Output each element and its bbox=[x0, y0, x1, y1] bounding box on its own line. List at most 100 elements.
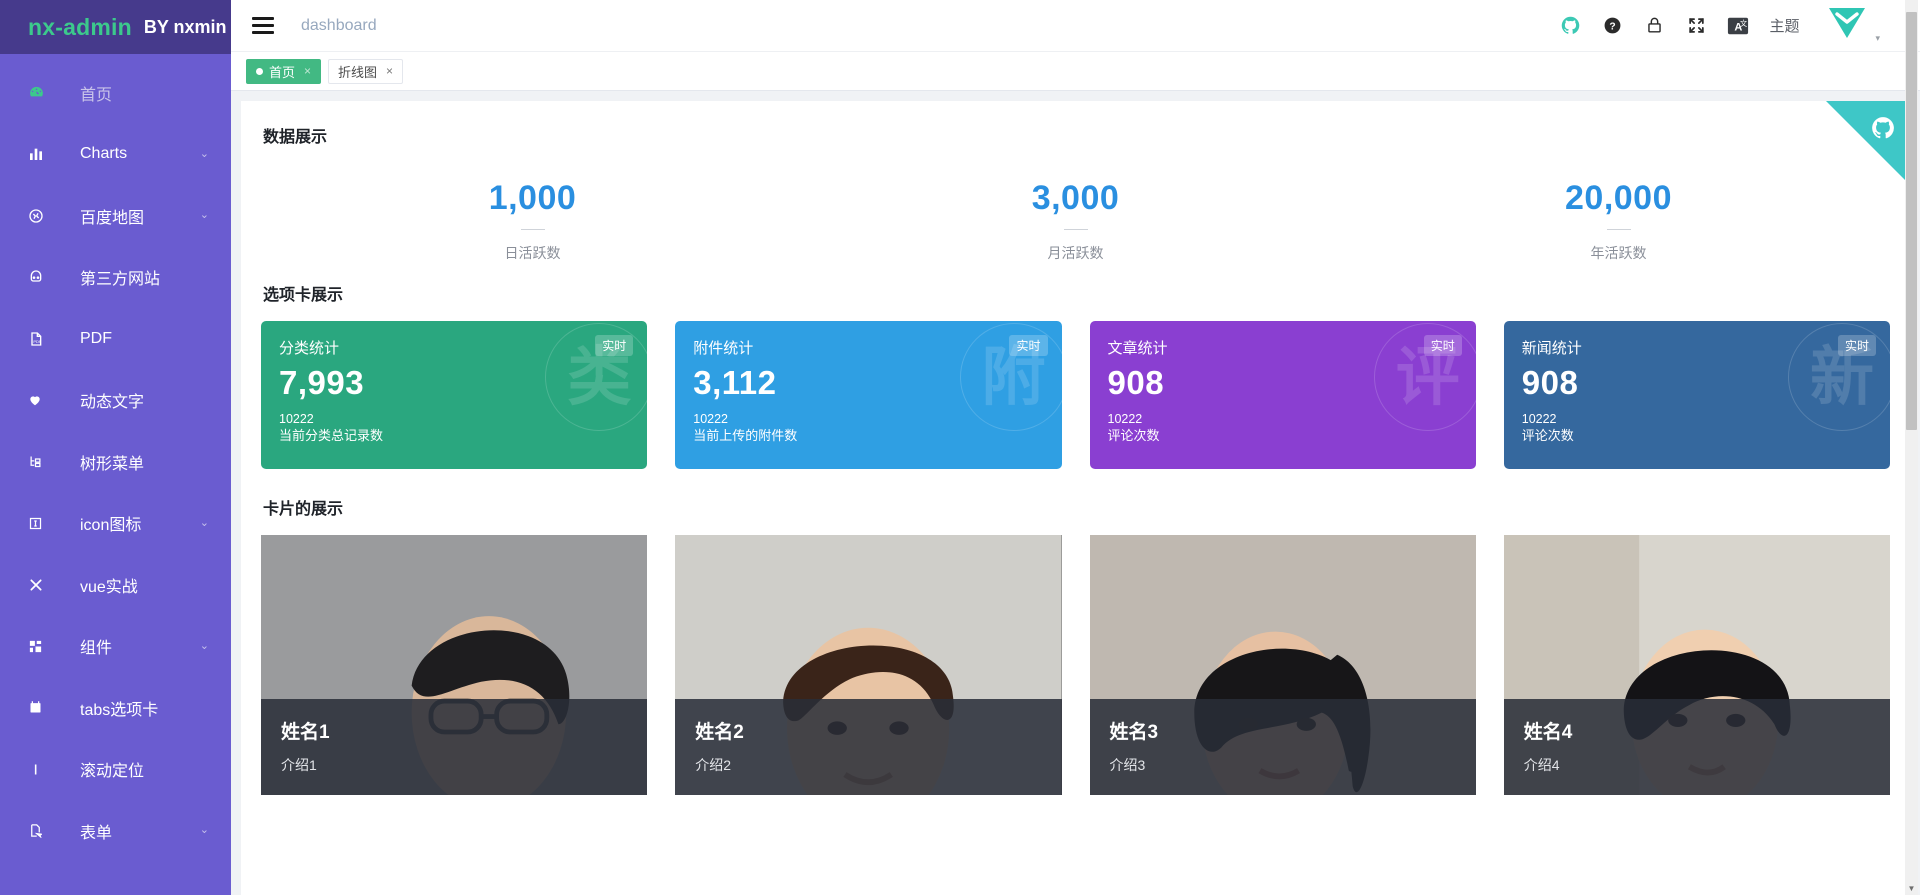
breadcrumb: dashboard bbox=[301, 16, 377, 34]
chevron-down-icon: ⌄ bbox=[199, 639, 209, 652]
github-cat-icon bbox=[1870, 115, 1896, 146]
card-value: 3,112 bbox=[693, 364, 777, 402]
fullscreen-icon[interactable] bbox=[1685, 15, 1707, 37]
card-sub-2: 评论次数 bbox=[1107, 427, 1160, 443]
sidebar-item-label: 树形菜单 bbox=[80, 455, 145, 473]
scrollbar-thumb[interactable] bbox=[1906, 12, 1917, 430]
stat-card-article[interactable]: 评 实时 文章统计 908 10222 评论次数 bbox=[1089, 321, 1476, 470]
stat-value: 20,000 bbox=[1565, 179, 1672, 218]
tab-line-chart[interactable]: 折线图 × bbox=[328, 58, 404, 84]
github-icon[interactable] bbox=[1559, 15, 1581, 37]
stat-label: 月活跃数 bbox=[1047, 245, 1104, 262]
tab-home[interactable]: 首页 × bbox=[246, 58, 322, 84]
heart-icon bbox=[28, 393, 54, 407]
sidebar-item-icons[interactable]: icon图标 ⌄ bbox=[0, 493, 231, 555]
sidebar-item-label: Charts bbox=[80, 145, 128, 163]
photo-card-overlay: 姓名4 介绍4 bbox=[1503, 699, 1890, 796]
photo-card-overlay: 姓名1 介绍1 bbox=[261, 699, 648, 796]
photo-card-name: 姓名4 bbox=[1523, 722, 1573, 744]
scroll-down-arrow-icon[interactable]: ▼ bbox=[1905, 881, 1918, 895]
photo-card[interactable]: 姓名4 介绍4 bbox=[1503, 535, 1890, 796]
tab-close-icon[interactable]: × bbox=[386, 64, 393, 78]
sidebar-item-label: tabs选项卡 bbox=[80, 701, 159, 719]
tree-icon bbox=[28, 454, 54, 469]
sidebar-item-dynamic-text[interactable]: 动态文字 bbox=[0, 370, 231, 432]
top-navbar: dashboard ? A文 主题 ▾ bbox=[231, 0, 1920, 53]
sidebar-item-pdf[interactable]: PDF PDF bbox=[0, 308, 231, 370]
svg-text:?: ? bbox=[1609, 22, 1615, 33]
photo-card[interactable]: 姓名2 介绍2 bbox=[675, 535, 1062, 796]
pdf-icon: PDF bbox=[28, 331, 54, 347]
link-icon bbox=[28, 269, 54, 285]
theme-button[interactable]: 主题 bbox=[1769, 15, 1799, 36]
card-sub-1: 10222 bbox=[1521, 412, 1557, 427]
brand-logo[interactable]: nx-admin BY nxmin bbox=[0, 0, 231, 54]
photo-card-desc: 介绍4 bbox=[1523, 757, 1560, 774]
sidebar-item-scroll-anchor[interactable]: 滚动定位 bbox=[0, 739, 231, 801]
card-value: 908 bbox=[1521, 364, 1579, 402]
question-circle-icon[interactable]: ? bbox=[1601, 15, 1623, 37]
photo-card[interactable]: 姓名1 介绍1 bbox=[261, 535, 648, 796]
stat-value: 1,000 bbox=[488, 179, 577, 218]
chevron-down-icon: ▾ bbox=[1875, 33, 1880, 44]
sidebar-item-label: vue实战 bbox=[80, 578, 138, 596]
svg-text:PDF: PDF bbox=[33, 339, 42, 344]
tabs-icon bbox=[28, 700, 54, 715]
card-sub-1: 10222 bbox=[279, 412, 314, 427]
sidebar-item-charts[interactable]: Charts ⌄ bbox=[0, 124, 231, 186]
sidebar-item-baidu-map[interactable]: 百度地图 ⌄ bbox=[0, 185, 231, 247]
photo-card[interactable]: 姓名3 介绍3 bbox=[1089, 535, 1476, 796]
stat-daily-active: 1,000 日活跃数 bbox=[261, 179, 804, 263]
tab-label: 首页 bbox=[269, 64, 296, 80]
sidebar-item-form[interactable]: 表单 ⌄ bbox=[0, 800, 231, 862]
stats-row: 1,000 日活跃数 3,000 月活跃数 20,000 年活跃数 bbox=[261, 153, 1890, 281]
sidebar-item-tabs[interactable]: tabs选项卡 bbox=[0, 677, 231, 739]
photo-card-desc: 介绍3 bbox=[1109, 757, 1146, 774]
status-badge: 实时 bbox=[595, 335, 634, 357]
card-title: 附件统计 bbox=[693, 340, 754, 358]
card-sub-2: 评论次数 bbox=[1521, 427, 1574, 443]
sidebar-item-label: 滚动定位 bbox=[80, 763, 145, 781]
sidebar-item-tree-menu[interactable]: 树形菜单 bbox=[0, 431, 231, 493]
lock-icon[interactable] bbox=[1643, 15, 1665, 37]
status-badge: 实时 bbox=[1009, 335, 1048, 357]
sidebar-item-label: 首页 bbox=[80, 86, 113, 104]
chevron-down-icon: ⌄ bbox=[199, 824, 209, 837]
sidebar-item-components[interactable]: 组件 ⌄ bbox=[0, 616, 231, 678]
sidebar-item-label: PDF bbox=[80, 329, 112, 347]
translate-icon[interactable]: A文 bbox=[1727, 15, 1749, 37]
github-corner-ribbon[interactable] bbox=[1826, 101, 1910, 186]
card-sub-1: 10222 bbox=[693, 412, 729, 427]
stat-card-news[interactable]: 新 实时 新闻统计 908 10222 评论次数 bbox=[1503, 321, 1890, 470]
chevron-down-icon: ⌄ bbox=[199, 209, 209, 222]
hamburger-menu-icon[interactable] bbox=[238, 17, 288, 35]
photo-card-overlay: 姓名2 介绍2 bbox=[675, 699, 1062, 796]
divider bbox=[1063, 229, 1088, 231]
card-value: 7,993 bbox=[279, 364, 365, 402]
stat-card-attachment[interactable]: 附 实时 附件统计 3,112 10222 当前上传的附件数 bbox=[675, 321, 1062, 470]
sidebar-item-vue-practice[interactable]: vue实战 bbox=[0, 554, 231, 616]
dashboard-panel: 数据展示 1,000 日活跃数 3,000 月活跃数 20,000 年活跃数 选… bbox=[241, 101, 1910, 895]
photo-card-desc: 介绍2 bbox=[695, 757, 732, 774]
stat-cards-row: 类 实时 分类统计 7,993 10222 当前分类总记录数 附 实时 附件统计 bbox=[261, 321, 1890, 470]
bar-vertical-icon bbox=[28, 762, 54, 777]
app-root: nx-admin BY nxmin 首页 Charts ⌄ 百度地图 ⌄ 第三方… bbox=[0, 0, 1920, 895]
card-sub-2: 当前上传的附件数 bbox=[693, 427, 798, 443]
sidebar-item-third-party[interactable]: 第三方网站 bbox=[0, 247, 231, 309]
tab-close-icon[interactable]: × bbox=[304, 64, 311, 78]
sidebar-menu: 首页 Charts ⌄ 百度地图 ⌄ 第三方网站 PDF PDF 动态文字 树形… bbox=[0, 54, 231, 862]
section-title-data-display: 数据展示 bbox=[263, 129, 328, 147]
card-sub: 10222 当前分类总记录数 bbox=[279, 412, 629, 444]
status-badge: 实时 bbox=[1423, 335, 1462, 357]
avatar-dropdown[interactable]: ▾ bbox=[1825, 4, 1880, 47]
sidebar-item-home[interactable]: 首页 bbox=[0, 62, 231, 124]
tab-label: 折线图 bbox=[338, 64, 378, 80]
close-x-icon bbox=[28, 577, 54, 593]
vertical-scrollbar[interactable]: ▼ bbox=[1905, 0, 1918, 895]
sidebar-item-label: 表单 bbox=[80, 824, 113, 842]
stat-label: 年活跃数 bbox=[1590, 245, 1647, 262]
tabs-bar: 首页 × 折线图 × bbox=[231, 52, 1920, 92]
divider bbox=[520, 229, 545, 231]
stat-card-category[interactable]: 类 实时 分类统计 7,993 10222 当前分类总记录数 bbox=[261, 321, 648, 470]
divider bbox=[1606, 229, 1631, 231]
